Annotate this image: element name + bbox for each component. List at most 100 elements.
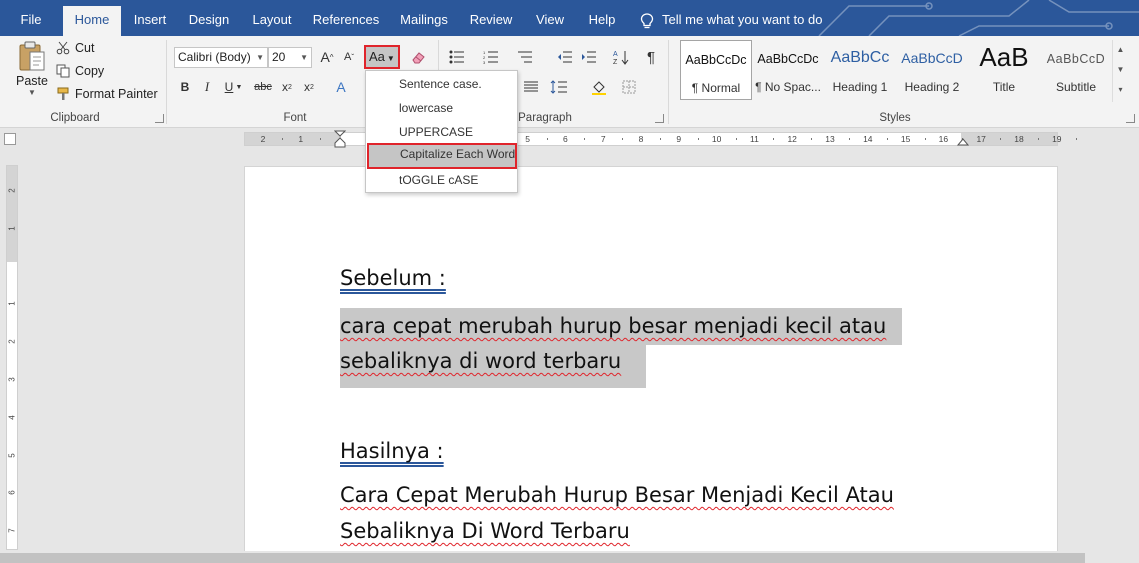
bold-button[interactable]: B	[174, 77, 196, 97]
style-sample: AaB	[979, 42, 1029, 72]
paste-button[interactable]: Paste ▼	[14, 40, 50, 110]
circuit-decoration	[818, 0, 1139, 36]
result-line-2[interactable]: Sebaliknya Di Word Terbaru	[340, 519, 630, 543]
chevron-down-icon: ▼	[386, 54, 395, 63]
ruler-tick-mark	[924, 138, 926, 140]
chevron-down-icon[interactable]: ▼	[1113, 60, 1128, 80]
line-spacing-button[interactable]	[548, 77, 570, 97]
tell-me-box[interactable]: Tell me what you want to do	[640, 6, 822, 34]
style-no-spacing[interactable]: AaBbCcDc ¶ No Spac...	[752, 40, 824, 100]
style-normal[interactable]: AaBbCcDc ¶ Normal	[680, 40, 752, 100]
copy-button[interactable]: Copy	[56, 64, 104, 78]
borders-button[interactable]	[618, 77, 640, 97]
strikethrough-button[interactable]: abc	[252, 77, 274, 97]
ruler-tick-mark	[697, 138, 699, 140]
result-line-1[interactable]: Cara Cepat Merubah Hurup Besar Menjadi K…	[340, 483, 894, 507]
align-justify-button[interactable]	[520, 77, 542, 97]
ruler-tick-mark	[773, 138, 775, 140]
subscript-button[interactable]: x2	[276, 77, 298, 97]
shrink-font-icon: A	[343, 51, 352, 63]
paragraph-dialog-launcher[interactable]	[655, 114, 664, 123]
right-indent-marker-icon[interactable]	[957, 138, 969, 146]
tab-file[interactable]: File	[10, 6, 52, 36]
case-toggle[interactable]: tOGGLE cASE	[368, 169, 517, 191]
svg-text:3: 3	[483, 60, 486, 64]
tab-selector[interactable]	[4, 133, 16, 145]
multilevel-list-icon	[518, 51, 532, 63]
tab-review[interactable]: Review	[465, 6, 517, 36]
font-size-value: 20	[272, 50, 286, 64]
font-name-dropdown[interactable]: Calibri (Body) ▼	[174, 47, 268, 68]
top-margin-area	[7, 166, 17, 262]
style-name: Heading 2	[904, 80, 960, 94]
scrollbar-thumb[interactable]	[0, 553, 1085, 563]
cut-button[interactable]: Cut	[56, 41, 94, 55]
grow-font-button[interactable]: A ^	[316, 47, 338, 67]
sort-icon: AZ	[613, 51, 629, 65]
case-capitalize-each-word[interactable]: Capitalize Each Word	[367, 143, 517, 169]
tab-layout[interactable]: Layout	[244, 6, 300, 36]
style-heading-2[interactable]: AaBbCcD Heading 2	[896, 40, 968, 100]
clipboard-dialog-launcher[interactable]	[155, 114, 164, 123]
decrease-indent-button[interactable]	[554, 47, 576, 67]
ruler-tick-label: 11	[749, 134, 759, 144]
style-sample: AaBbCcDc	[757, 52, 819, 66]
show-formatting-button[interactable]: ¶	[640, 47, 662, 67]
superscript-button[interactable]: x2	[298, 77, 320, 97]
selected-line-2[interactable]: sebaliknya di word terbaru	[340, 345, 646, 388]
text-effects-button[interactable]: A	[330, 77, 352, 97]
clipboard-group-label: Clipboard	[50, 112, 100, 124]
ruler-tick-label: 2	[7, 339, 17, 344]
style-sample: AaBbCcD	[1046, 52, 1106, 66]
tab-references[interactable]: References	[309, 6, 383, 36]
style-subtitle[interactable]: AaBbCcD Subtitle	[1040, 40, 1112, 100]
styles-dialog-launcher[interactable]	[1126, 114, 1135, 123]
tab-help[interactable]: Help	[580, 6, 624, 36]
format-painter-button[interactable]: Format Painter	[56, 87, 158, 101]
borders-icon	[622, 80, 636, 94]
numbering-button[interactable]: 1 2 3	[480, 47, 502, 67]
tab-home[interactable]: Home	[63, 6, 121, 36]
style-heading-1[interactable]: AaBbCc Heading 1	[824, 40, 896, 100]
chevron-down-icon: ▼	[300, 53, 308, 62]
selected-line-1[interactable]: cara cepat merubah hurup besar menjadi k…	[340, 308, 902, 345]
clear-formatting-button[interactable]	[408, 47, 430, 67]
tab-mailings[interactable]: Mailings	[393, 6, 455, 36]
paint-bucket-icon	[592, 81, 606, 95]
case-lowercase[interactable]: lowercase	[368, 97, 517, 119]
indent-marker-icon[interactable]	[334, 130, 346, 148]
horizontal-scrollbar[interactable]	[0, 551, 1139, 563]
style-title[interactable]: AaB Title	[968, 40, 1040, 100]
text-line: Sebaliknya Di Word Terbaru	[340, 519, 630, 543]
ruler-tick-label: 7	[600, 134, 606, 144]
document-page[interactable]: Sebelum : cara cepat merubah hurup besar…	[244, 166, 1058, 563]
styles-gallery-scroll: ▲ ▼ ▾	[1112, 40, 1128, 102]
style-name: ¶ Normal	[691, 81, 741, 95]
paste-label: Paste	[16, 74, 48, 88]
tab-view[interactable]: View	[528, 6, 572, 36]
vertical-ruler[interactable]: 2 1 1 2 3 4 5 6 7	[6, 165, 18, 550]
change-case-button[interactable]: Aa ▼	[364, 45, 400, 69]
multilevel-list-button[interactable]	[514, 47, 536, 67]
bullets-button[interactable]	[446, 47, 468, 67]
ruler-tick-mark	[1037, 138, 1039, 140]
case-uppercase[interactable]: UPPERCASE	[368, 121, 517, 143]
underline-dropdown[interactable]: ▼	[234, 77, 244, 97]
shading-button[interactable]	[588, 77, 610, 97]
font-size-dropdown[interactable]: 20 ▼	[268, 47, 312, 68]
increase-indent-button[interactable]	[578, 47, 600, 67]
change-case-menu: Sentence case. lowercase UPPERCASE Capit…	[365, 70, 518, 193]
decrease-indent-icon	[558, 51, 572, 63]
ruler-tick-mark	[1075, 138, 1077, 140]
tab-design[interactable]: Design	[182, 6, 236, 36]
case-sentence[interactable]: Sentence case.	[368, 73, 517, 95]
after-label: Hasilnya :	[340, 439, 444, 463]
ruler-tick-mark	[1000, 138, 1002, 140]
more-styles-icon[interactable]: ▾	[1113, 80, 1128, 100]
shrink-font-button[interactable]: Aˇ	[338, 47, 360, 67]
ruler-tick-label: 4	[7, 415, 17, 420]
sort-button[interactable]: AZ	[610, 47, 632, 67]
italic-button[interactable]: I	[196, 77, 218, 97]
tab-insert[interactable]: Insert	[124, 6, 176, 36]
chevron-up-icon[interactable]: ▲	[1113, 40, 1128, 60]
